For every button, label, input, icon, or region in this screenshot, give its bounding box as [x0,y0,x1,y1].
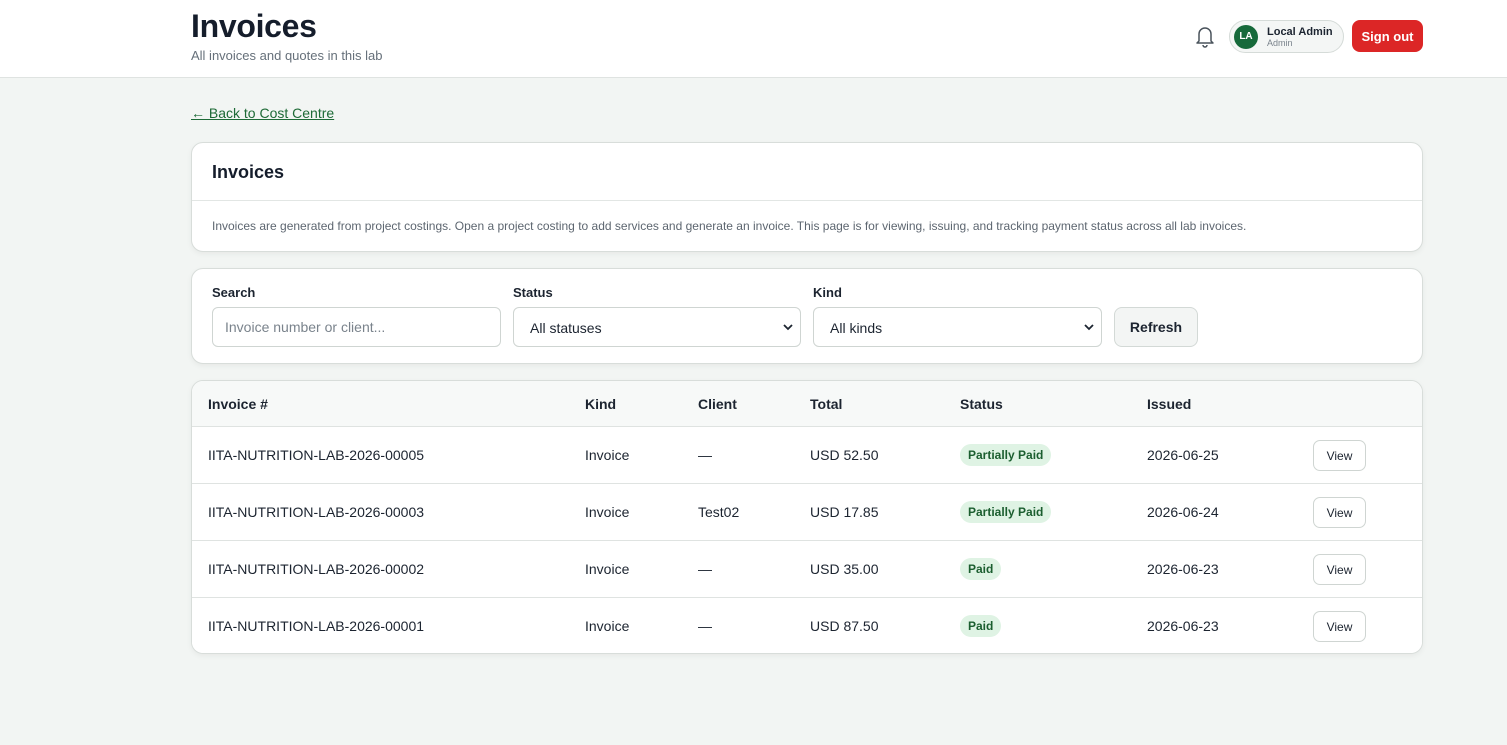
avatar: LA [1234,25,1258,49]
search-label: Search [212,285,256,300]
column-header-issued: Issued [1147,396,1192,412]
status-label: Status [513,285,553,300]
status-badge: Partially Paid [960,444,1052,466]
table-row: IITA-NUTRITION-LAB-2026-00001 Invoice — … [192,598,1422,653]
invoice-kind: Invoice [585,504,630,520]
invoice-issued-date: 2026-06-24 [1147,504,1219,520]
invoice-client: Test02 [698,504,740,520]
status-badge: Paid [960,615,1002,637]
invoice-client: — [698,447,712,463]
chevron-down-icon [783,324,793,331]
page-title: Invoices [191,8,317,44]
top-bar: Invoices All invoices and quotes in this… [0,0,1507,78]
invoice-number: IITA-NUTRITION-LAB-2026-00002 [208,561,425,577]
table-row: IITA-NUTRITION-LAB-2026-00005 Invoice — … [192,427,1422,484]
kind-select[interactable]: All kinds [813,307,1102,347]
filters-card: Search Status All statuses Kind All kind… [191,268,1423,364]
intro-card-title: Invoices [212,162,285,182]
user-menu[interactable]: LA Local Admin Admin [1229,20,1344,53]
invoice-issued-date: 2026-06-23 [1147,618,1219,634]
view-invoice-button[interactable]: View [1313,611,1366,642]
status-select[interactable]: All statuses [513,307,801,347]
status-select-value: All statuses [530,320,602,336]
search-input[interactable] [212,307,501,347]
invoice-total: USD 52.50 [810,447,879,463]
view-invoice-button[interactable]: View [1313,554,1366,585]
invoices-table: Invoice # Kind Client Total Status Issue… [191,380,1423,654]
invoice-total: USD 17.85 [810,504,879,520]
invoice-kind: Invoice [585,561,630,577]
sign-out-button[interactable]: Sign out [1352,20,1423,52]
invoice-total: USD 87.50 [810,618,879,634]
view-invoice-button[interactable]: View [1313,497,1366,528]
divider [192,200,1422,201]
invoice-client: — [698,561,712,577]
column-header-status: Status [960,396,1003,412]
refresh-button[interactable]: Refresh [1114,307,1198,347]
chevron-down-icon [1084,324,1094,331]
status-badge: Partially Paid [960,501,1052,523]
invoice-total: USD 35.00 [810,561,879,577]
invoice-number: IITA-NUTRITION-LAB-2026-00001 [208,618,425,634]
intro-card-description: Invoices are generated from project cost… [212,219,1247,233]
column-header-invoice-number: Invoice # [208,396,268,412]
table-header: Invoice # Kind Client Total Status Issue… [192,381,1422,427]
invoice-client: — [698,618,712,634]
invoice-number: IITA-NUTRITION-LAB-2026-00005 [208,447,425,463]
back-to-cost-centre-link[interactable]: ← Back to Cost Centre [191,105,334,121]
invoice-number: IITA-NUTRITION-LAB-2026-00003 [208,504,425,520]
invoice-kind: Invoice [585,447,630,463]
column-header-kind: Kind [585,396,617,412]
invoice-issued-date: 2026-06-23 [1147,561,1219,577]
column-header-total: Total [810,396,843,412]
page-subtitle: All invoices and quotes in this lab [191,48,383,63]
table-row: IITA-NUTRITION-LAB-2026-00003 Invoice Te… [192,484,1422,541]
invoice-kind: Invoice [585,618,630,634]
bell-icon[interactable] [1194,24,1216,48]
user-name: Local Admin [1267,26,1333,38]
status-badge: Paid [960,558,1002,580]
kind-select-value: All kinds [830,320,883,336]
invoice-issued-date: 2026-06-25 [1147,447,1219,463]
view-invoice-button[interactable]: View [1313,440,1366,471]
kind-label: Kind [813,285,842,300]
column-header-client: Client [698,396,737,412]
intro-card: Invoices Invoices are generated from pro… [191,142,1423,252]
user-role: Admin [1267,38,1293,48]
table-row: IITA-NUTRITION-LAB-2026-00002 Invoice — … [192,541,1422,598]
